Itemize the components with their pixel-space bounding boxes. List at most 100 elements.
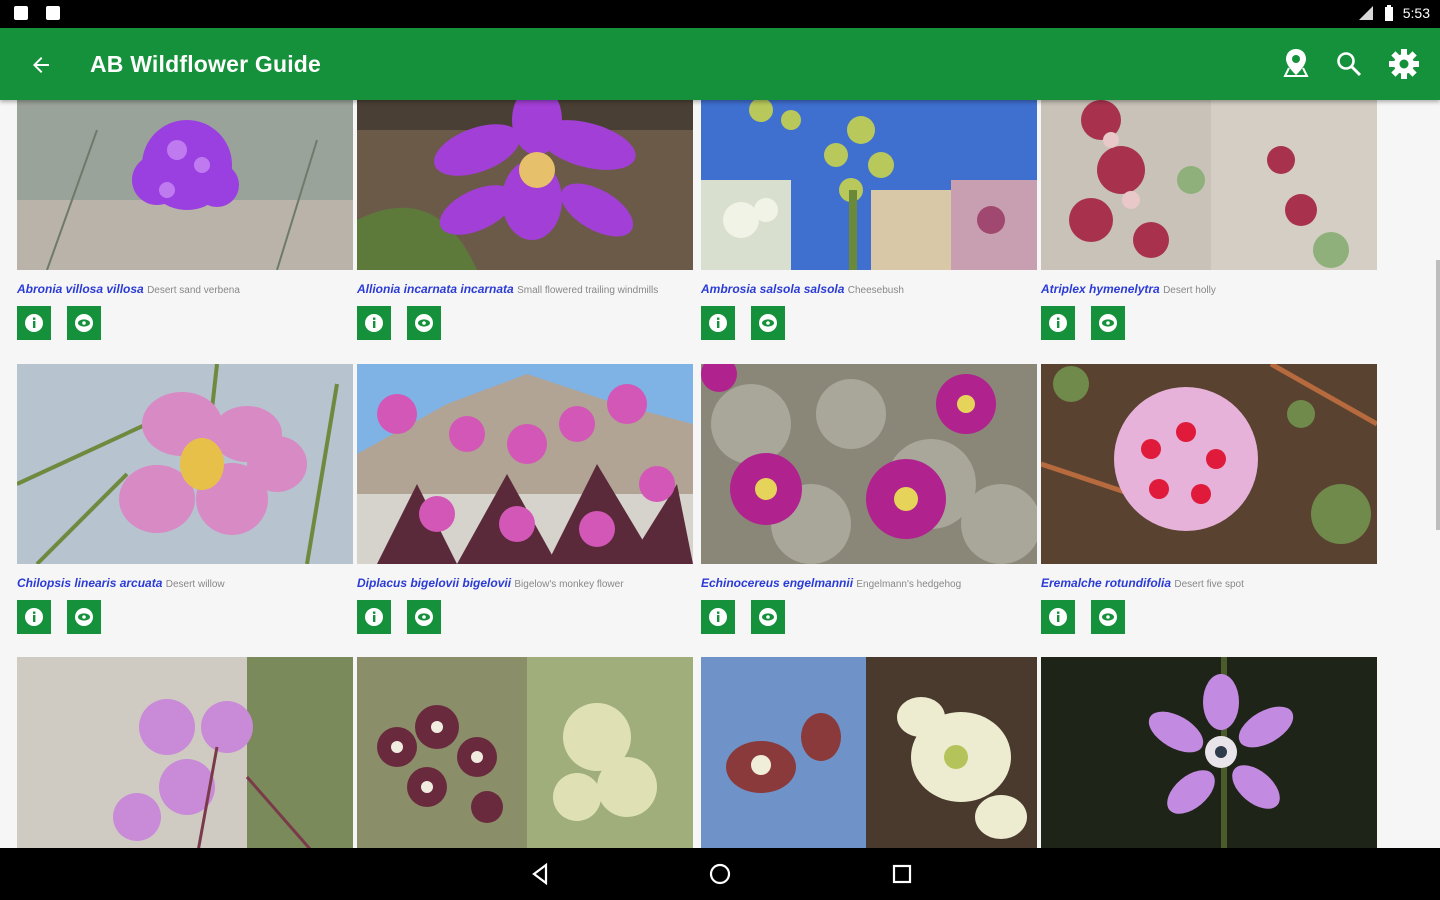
flower-caption[interactable]: Atriplex hymenelytra Desert holly — [1041, 282, 1440, 298]
common-name: Desert willow — [165, 579, 225, 590]
info-button[interactable] — [701, 600, 735, 634]
info-icon — [709, 314, 727, 332]
app-title: AB Wildflower Guide — [90, 51, 322, 77]
view-button[interactable] — [1091, 306, 1125, 340]
status-bar: 5:53 — [0, 0, 1440, 28]
common-name: Desert sand verbena — [147, 285, 240, 296]
flower-photo[interactable] — [357, 100, 693, 270]
info-icon — [1049, 608, 1067, 626]
flower-card[interactable]: Echinocereus engelmannii Engelmann's hed… — [701, 364, 1037, 634]
gear-icon — [1389, 49, 1419, 79]
common-name: Cheesebush — [847, 285, 904, 296]
flower-card[interactable]: Diplacus bigelovii bigelovii Bigelow's m… — [357, 364, 693, 634]
scientific-name: Diplacus bigelovii bigelovii — [357, 576, 512, 590]
info-icon — [365, 314, 383, 332]
view-button[interactable] — [407, 600, 441, 634]
flower-photo[interactable] — [1041, 364, 1377, 564]
info-icon — [25, 314, 43, 332]
info-button[interactable] — [17, 306, 51, 340]
info-button[interactable] — [1041, 306, 1075, 340]
flower-photo[interactable] — [701, 100, 1037, 270]
view-button[interactable] — [67, 600, 101, 634]
notification-icon — [46, 6, 60, 20]
scientific-name: Chilopsis linearis arcuata — [17, 576, 163, 590]
eye-icon — [415, 314, 433, 332]
search-button[interactable] — [1331, 46, 1367, 82]
common-name: Bigelow's monkey flower — [514, 579, 624, 590]
eye-icon — [75, 314, 93, 332]
flower-photo[interactable] — [17, 364, 353, 564]
flower-photo[interactable] — [357, 364, 693, 564]
view-button[interactable] — [751, 306, 785, 340]
flower-photo[interactable] — [1041, 657, 1377, 848]
eye-icon — [415, 608, 433, 626]
scientific-name: Eremalche rotundifolia — [1041, 576, 1172, 590]
flower-card[interactable] — [357, 657, 693, 848]
view-button[interactable] — [751, 600, 785, 634]
common-name: Desert five spot — [1174, 579, 1244, 590]
flower-card[interactable] — [17, 657, 353, 848]
navigation-bar — [0, 848, 1440, 900]
scientific-name: Atriplex hymenelytra — [1041, 282, 1160, 296]
info-button[interactable] — [17, 600, 51, 634]
view-button[interactable] — [1091, 600, 1125, 634]
flower-card[interactable] — [1041, 657, 1377, 848]
signal-icon — [1357, 4, 1375, 22]
flower-photo[interactable] — [1041, 100, 1377, 270]
info-icon — [709, 608, 727, 626]
square-recents-icon — [892, 864, 912, 884]
settings-button[interactable] — [1386, 46, 1422, 82]
flower-photo[interactable] — [357, 657, 693, 848]
eye-icon — [759, 608, 777, 626]
flower-card[interactable]: Atriplex hymenelytra Desert holly — [1041, 100, 1377, 340]
info-icon — [1049, 314, 1067, 332]
info-button[interactable] — [357, 306, 391, 340]
flower-card[interactable]: Eremalche rotundifolia Desert five spot — [1041, 364, 1377, 634]
common-name: Small flowered trailing windmills — [517, 285, 659, 296]
flower-grid: Abronia villosa villosa Desert sand verb… — [0, 100, 1440, 848]
flower-card[interactable]: Abronia villosa villosa Desert sand verb… — [17, 100, 353, 340]
scientific-name: Allionia incarnata incarnata — [357, 282, 514, 296]
triangle-back-icon — [532, 862, 548, 886]
eye-icon — [759, 314, 777, 332]
flower-photo[interactable] — [701, 657, 1037, 848]
scrollbar[interactable] — [1436, 260, 1440, 530]
info-button[interactable] — [701, 306, 735, 340]
view-button[interactable] — [67, 306, 101, 340]
flower-card[interactable]: Allionia incarnata incarnata Small flowe… — [357, 100, 693, 340]
eye-icon — [1099, 608, 1117, 626]
location-pin-icon — [1283, 49, 1309, 77]
info-button[interactable] — [357, 600, 391, 634]
flower-card[interactable] — [701, 657, 1037, 848]
eye-icon — [75, 608, 93, 626]
battery-icon — [1383, 4, 1395, 22]
scientific-name: Ambrosia salsola salsola — [701, 282, 845, 296]
location-button[interactable] — [1278, 46, 1314, 82]
flower-card[interactable]: Chilopsis linearis arcuata Desert willow — [17, 364, 353, 634]
common-name: Desert holly — [1163, 285, 1216, 296]
nav-back-button[interactable] — [526, 860, 554, 888]
notification-icon — [14, 6, 28, 20]
flower-photo[interactable] — [17, 657, 353, 848]
info-button[interactable] — [1041, 600, 1075, 634]
view-button[interactable] — [407, 306, 441, 340]
nav-recents-button[interactable] — [888, 860, 916, 888]
scientific-name: Abronia villosa villosa — [17, 282, 144, 296]
scientific-name: Echinocereus engelmannii — [701, 576, 854, 590]
eye-icon — [1099, 314, 1117, 332]
flower-photo[interactable] — [701, 364, 1037, 564]
app-bar: AB Wildflower Guide — [0, 28, 1440, 100]
back-button[interactable] — [24, 48, 58, 82]
search-icon — [1337, 52, 1362, 77]
circle-home-icon — [709, 863, 731, 885]
flower-card[interactable]: Ambrosia salsola salsola Cheesebush — [701, 100, 1037, 340]
common-name: Engelmann's hedgehog — [856, 579, 962, 590]
info-icon — [25, 608, 43, 626]
arrow-left-icon — [33, 57, 49, 73]
flower-caption[interactable]: Eremalche rotundifolia Desert five spot — [1041, 576, 1440, 592]
flower-photo[interactable] — [17, 100, 353, 270]
info-icon — [365, 608, 383, 626]
notification-icons — [14, 6, 60, 20]
status-time: 5:53 — [1402, 5, 1430, 21]
nav-home-button[interactable] — [706, 860, 734, 888]
